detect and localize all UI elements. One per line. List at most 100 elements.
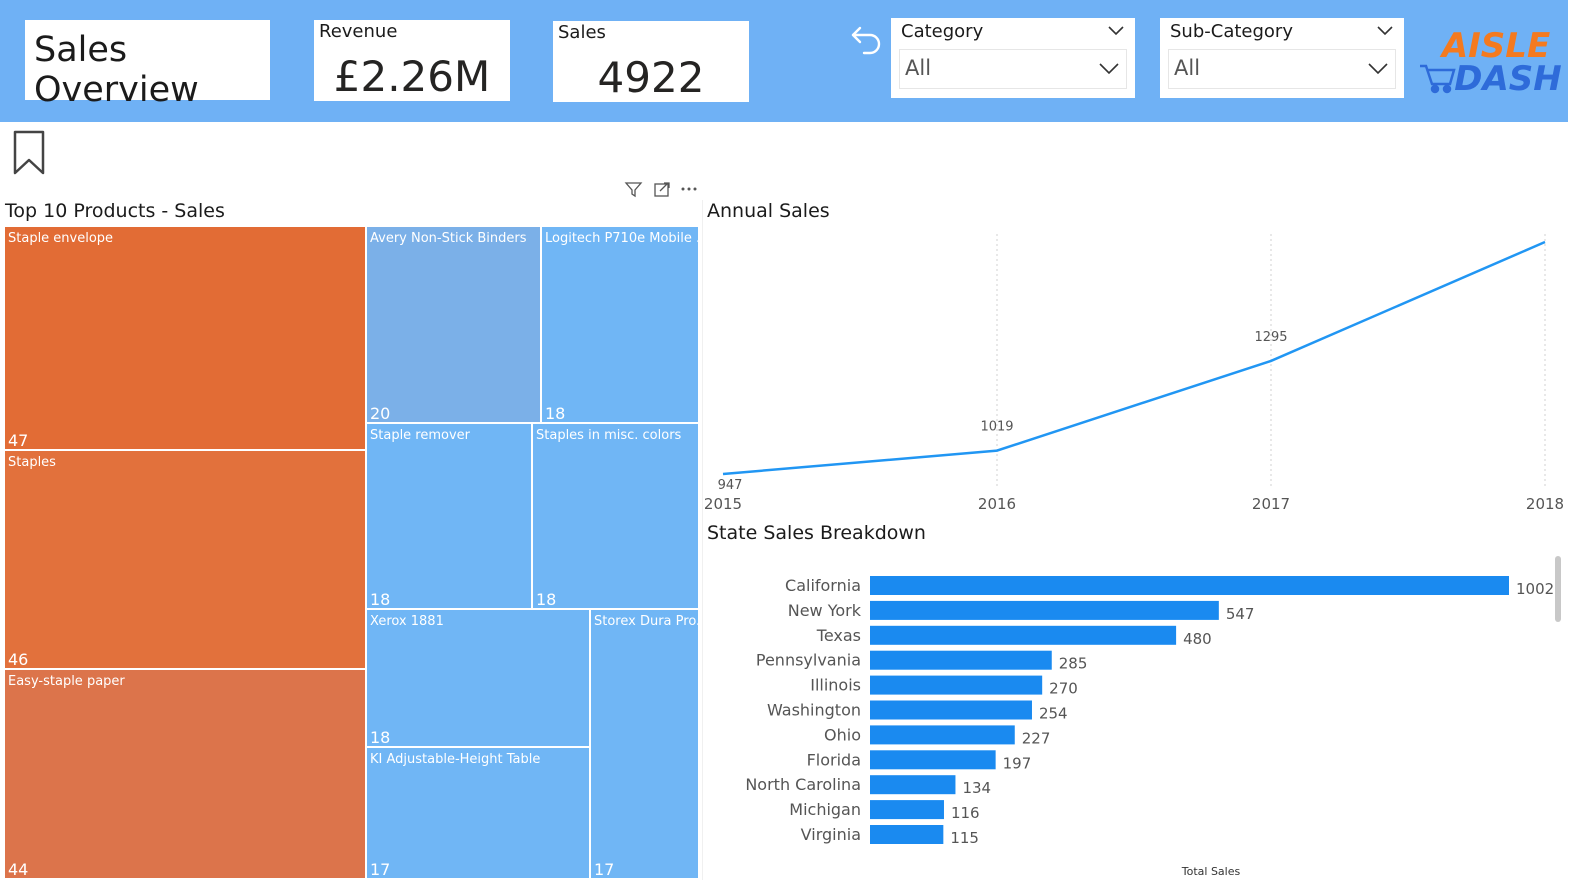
tile-value: 17 [594, 860, 615, 879]
sales-value: 4922 [597, 53, 705, 102]
bar[interactable] [870, 700, 1032, 720]
treemap-tile[interactable]: Staple remover 18 [366, 423, 532, 609]
filter-icon[interactable] [624, 182, 643, 198]
tile-label: Xerox 1881 [370, 614, 444, 629]
category-label: New York [788, 601, 862, 620]
visual-header-icons [624, 182, 697, 198]
bar[interactable] [870, 576, 1509, 595]
data-label: 547 [1226, 605, 1255, 623]
aisledash-logo: AISLE DASH [1420, 26, 1562, 98]
data-label: 1002 [1516, 580, 1554, 598]
x-tick-label: 2015 [705, 495, 742, 513]
chevron-down-icon[interactable] [1107, 23, 1125, 37]
tile-value: 18 [545, 404, 566, 423]
subcategory-slicer-title: Sub-Category [1170, 21, 1293, 42]
top-products-treemap[interactable]: Staple envelope 47 Staples 46 Easy-stapl… [4, 226, 699, 879]
bar[interactable] [870, 800, 944, 820]
data-label: 197 [1003, 754, 1032, 772]
panel-divider [702, 200, 703, 880]
bar[interactable] [870, 625, 1177, 645]
sales-label: Sales [558, 22, 606, 43]
title-card: Sales Overview [25, 20, 270, 110]
more-options-icon[interactable] [681, 187, 697, 191]
tile-value: 46 [8, 650, 29, 669]
category-label: Illinois [810, 676, 861, 695]
treemap-tile[interactable]: Xerox 1881 18 [366, 609, 590, 747]
tile-value: 17 [370, 860, 391, 879]
header-band: Sales Overview Revenue £2.26M Sales 4922… [0, 0, 1568, 122]
x-tick-label: 2018 [1526, 495, 1564, 513]
category-label: Michigan [789, 800, 861, 819]
x-tick-label: 2017 [1252, 495, 1290, 513]
series-line [722, 240, 1546, 476]
bookmark-icon[interactable] [12, 130, 46, 176]
tile-label: Avery Non-Stick Binders [370, 231, 527, 246]
data-label: 1019 [980, 420, 1013, 435]
tile-label: Staples in misc. colors [536, 428, 682, 443]
category-dropdown-value: All [905, 56, 932, 80]
page-title: Sales Overview [34, 30, 199, 110]
state-sales-bar-chart[interactable]: California 1002 New York 547 Texas 480 Pennsyl… [705, 550, 1567, 880]
category-label: Texas [816, 626, 861, 645]
treemap-tile[interactable]: Staples 46 [4, 450, 366, 669]
bar-chart-title: State Sales Breakdown [707, 522, 926, 544]
tile-value: 18 [536, 590, 557, 609]
chevron-down-icon[interactable] [1367, 60, 1389, 76]
tile-value: 44 [8, 860, 29, 879]
tile-value: 20 [370, 404, 391, 423]
chevron-down-icon[interactable] [1376, 23, 1394, 37]
tile-value: 18 [370, 590, 391, 609]
tile-label: Logitech P710e Mobile ... [545, 231, 699, 246]
data-label: 1295 [1254, 330, 1287, 345]
bar[interactable] [870, 650, 1052, 670]
category-slicer-title: Category [901, 21, 984, 42]
data-label: 285 [1059, 655, 1088, 673]
focus-mode-icon[interactable] [654, 182, 670, 197]
chevron-down-icon[interactable] [1098, 60, 1120, 76]
treemap-tile[interactable]: Avery Non-Stick Binders 20 [366, 226, 541, 423]
treemap-tile[interactable]: Staple envelope 47 [4, 226, 366, 450]
x-tick-label: 2016 [978, 495, 1016, 513]
bar[interactable] [870, 750, 996, 770]
treemap-tile[interactable]: Easy-staple paper 44 [4, 669, 366, 879]
revenue-card: Revenue £2.26M [314, 20, 510, 101]
category-label: Florida [807, 750, 861, 769]
data-label: 134 [962, 779, 991, 797]
treemap-tile[interactable]: Logitech P710e Mobile ... 18 [541, 226, 699, 423]
tile-label: Staple envelope [8, 231, 114, 246]
category-label: Virginia [801, 825, 861, 844]
category-label: California [785, 576, 861, 595]
treemap-tile[interactable]: Staples in misc. colors 18 [532, 423, 699, 609]
bar[interactable] [870, 825, 944, 844]
revenue-value: £2.26M [333, 52, 491, 101]
bar[interactable] [870, 675, 1043, 695]
tile-label: Staple remover [370, 428, 471, 443]
x-axis-label: Total Sales [1181, 865, 1241, 878]
tile-label: Staples [8, 455, 56, 470]
tile-value: 47 [8, 431, 29, 450]
treemap-tile[interactable]: Storex Dura Pro... 17 [590, 609, 699, 879]
tile-value: 18 [370, 728, 391, 747]
data-label: 227 [1022, 729, 1051, 747]
annual-sales-line-chart[interactable]: 9472015101920161295201716612018 [705, 226, 1567, 516]
subcategory-dropdown[interactable]: All [1168, 49, 1396, 89]
tile-label: Easy-staple paper [8, 674, 125, 689]
data-label: 254 [1039, 705, 1068, 723]
subcategory-slicer[interactable]: Sub-Category All [1160, 18, 1404, 98]
category-dropdown[interactable]: All [899, 49, 1127, 89]
undo-icon[interactable] [848, 22, 884, 58]
logo-line2: DASH [1454, 59, 1561, 98]
scrollbar-thumb[interactable] [1555, 556, 1561, 622]
bar[interactable] [870, 600, 1219, 620]
treemap-title: Top 10 Products - Sales [5, 200, 225, 222]
subcategory-dropdown-value: All [1174, 56, 1201, 80]
data-label: 116 [951, 804, 980, 822]
bar[interactable] [870, 725, 1015, 745]
bar[interactable] [870, 775, 956, 795]
category-label: Pennsylvania [756, 651, 861, 670]
category-slicer[interactable]: Category All [891, 18, 1135, 98]
treemap-tile[interactable]: KI Adjustable-Height Table 17 [366, 747, 590, 879]
data-label: 270 [1049, 680, 1078, 698]
data-label: 947 [718, 478, 743, 493]
category-label: North Carolina [745, 775, 861, 794]
